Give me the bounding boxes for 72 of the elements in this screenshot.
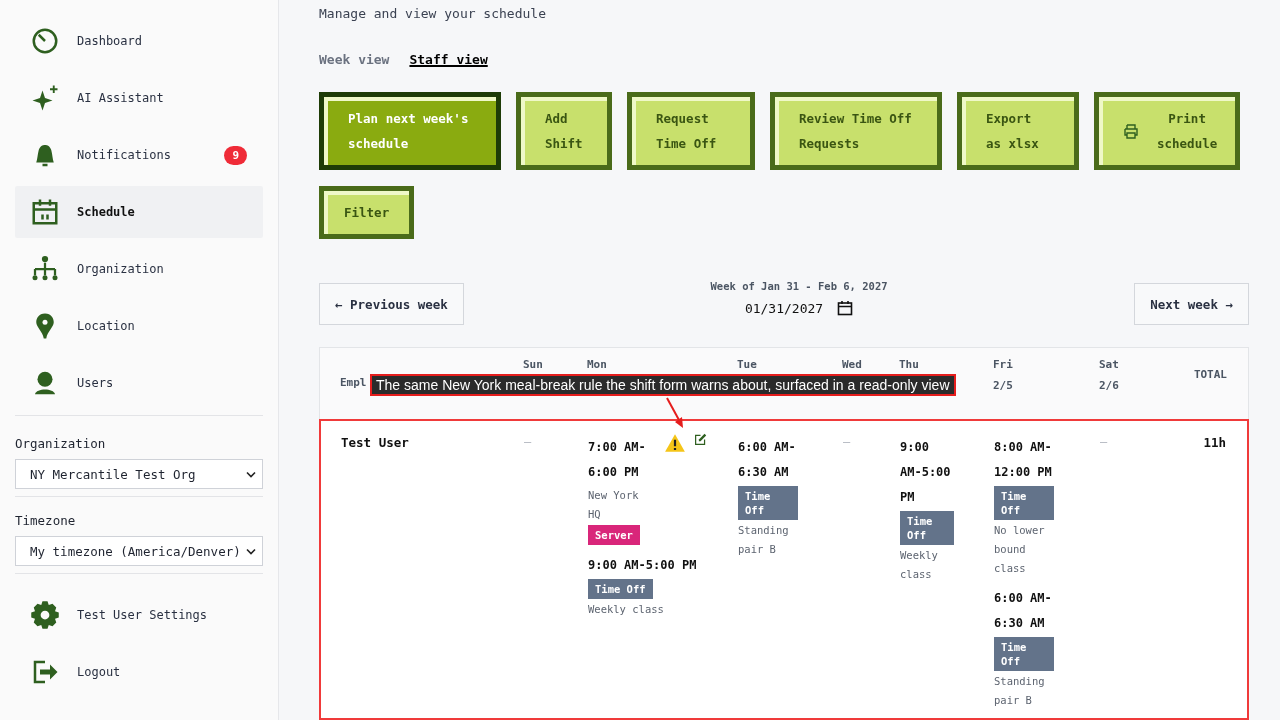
calendar-icon (30, 197, 60, 227)
employee-name: Test User (341, 435, 409, 450)
action-button[interactable]: Filter (319, 186, 415, 239)
column-header: Thu (899, 358, 919, 371)
shift-time: 7:00 AM-6:00 PM (588, 439, 647, 481)
action-button[interactable]: Add Shift (516, 92, 612, 170)
column-date: 2/6 (1099, 379, 1119, 392)
column-header: TOTAL (1193, 368, 1227, 381)
status-tag: Time Off (738, 486, 798, 520)
status-tag: Time Off (588, 579, 653, 599)
action-button[interactable]: Request Time Off (627, 92, 755, 170)
nav-item[interactable]: Location (15, 300, 263, 352)
nav-item[interactable]: Test User Settings (15, 589, 263, 641)
shift-note: Standing pair B (994, 674, 1046, 708)
status-tag: Time Off (900, 511, 954, 545)
nav-item[interactable]: Logout (15, 646, 263, 698)
chevron-down-icon (246, 470, 256, 478)
shift-time: 6:00 AM-6:30 AM (738, 439, 797, 481)
column-header: Tue (737, 358, 757, 371)
dropdown[interactable]: My timezone (America/Denver) (15, 536, 263, 566)
status-tag: Time Off (994, 486, 1054, 520)
shift-note: Standing pair B (738, 523, 790, 557)
date-field[interactable]: 01/31/2027 (744, 300, 854, 316)
empty-mark: – (524, 435, 532, 449)
edit-icon[interactable] (694, 433, 707, 446)
select-label: Organization (15, 436, 107, 451)
nav-item[interactable]: Organization (15, 243, 263, 295)
next-week-button[interactable]: Next week → (1134, 283, 1249, 325)
chevron-down-icon (246, 547, 256, 555)
column-header: Empl (340, 376, 367, 389)
role-tag: Server (588, 525, 640, 545)
previous-week-button[interactable]: ← Previous week (319, 283, 464, 325)
column-header: Fri (993, 358, 1013, 371)
nav-item[interactable]: Notifications 9 (15, 129, 263, 181)
shift-time: 9:00 AM-5:00 PM (588, 557, 697, 574)
page-subtitle: Manage and view your schedule (319, 6, 547, 21)
shift-time: 9:00 AM-5:00 PM (900, 439, 952, 506)
action-button[interactable]: Export as xlsx (957, 92, 1079, 170)
dropdown[interactable]: NY Mercantile Test Org (15, 459, 263, 489)
nav-item[interactable]: Schedule (15, 186, 263, 238)
week-caption: Week of Jan 31 - Feb 6, 2027 (710, 280, 888, 292)
settings-icon (30, 600, 60, 630)
column-date: 2/5 (993, 379, 1013, 392)
nav-item[interactable]: AI Assistant (15, 72, 263, 124)
view-tab[interactable]: Staff view (409, 52, 488, 67)
view-tab[interactable]: Week view (319, 52, 390, 67)
column-header: Wed (842, 358, 862, 371)
total-hours: 11h (1203, 435, 1226, 450)
column-header: Mon (587, 358, 607, 371)
gauge-icon (30, 26, 60, 56)
empty-mark: – (1100, 435, 1108, 449)
empty-mark: – (843, 435, 851, 449)
action-button[interactable]: Review Time Off Requests (770, 92, 942, 170)
print-button[interactable]: Print schedule (1094, 92, 1240, 170)
column-header: Sun (523, 358, 543, 371)
select-label: Timezone (15, 513, 77, 528)
shift-time: 8:00 AM-12:00 PM (994, 439, 1053, 481)
calendar-icon (837, 300, 854, 316)
status-tag: Time Off (994, 637, 1054, 671)
shift-note: Weekly class (900, 548, 939, 582)
shift-location: New York HQ (588, 488, 640, 522)
shift-time: 6:00 AM-6:30 AM (994, 590, 1053, 632)
notification-badge: 9 (224, 145, 247, 165)
nav-item[interactable]: Users (15, 357, 263, 409)
column-header: Sat (1099, 358, 1119, 371)
sparkle-icon (30, 83, 60, 113)
annotation-arrow (665, 396, 685, 430)
shift-note: No lower bound class (994, 523, 1046, 576)
nav-item[interactable]: Dashboard (15, 15, 263, 67)
annotation-callout: The same New York meal-break rule the shift form warns about, surfaced in a read-only view (370, 374, 956, 396)
printer-icon (1123, 123, 1139, 139)
shift-note: Weekly class (588, 602, 665, 617)
